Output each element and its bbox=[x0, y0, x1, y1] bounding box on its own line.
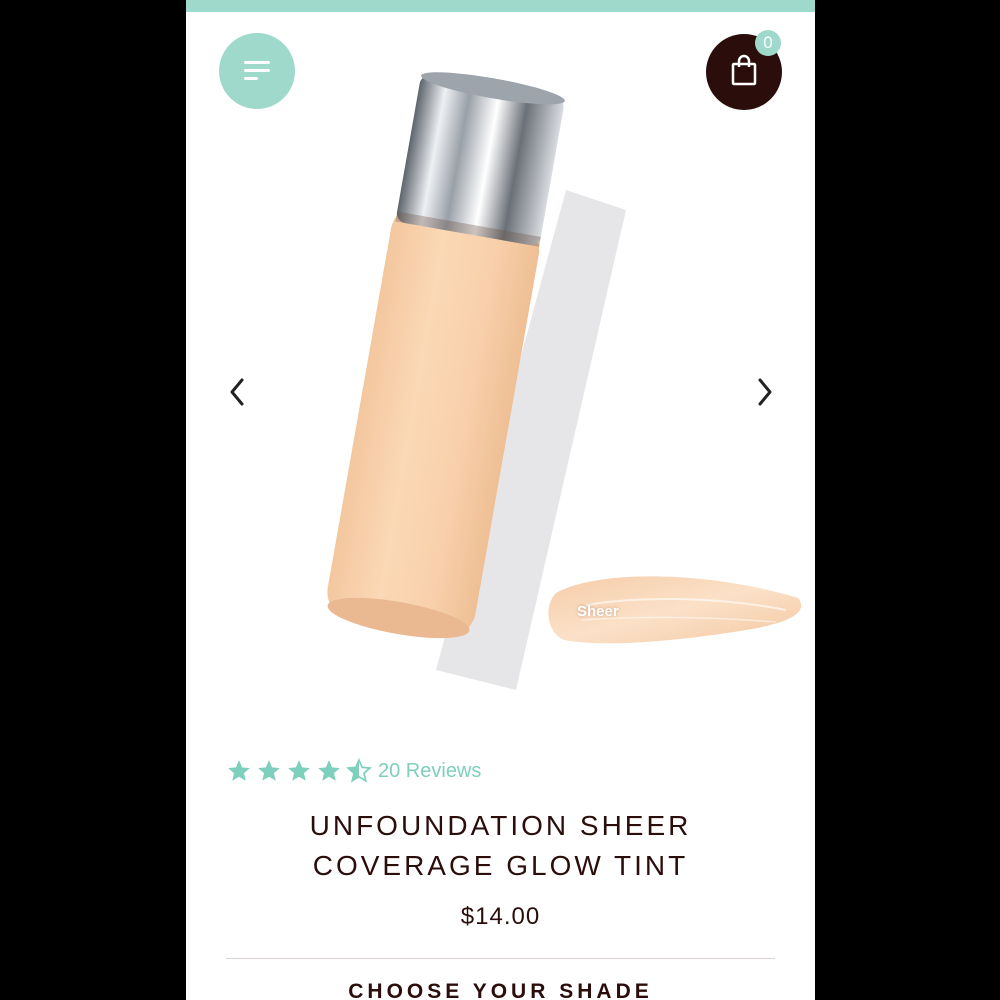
menu-lines-icon bbox=[244, 61, 270, 64]
next-image-button[interactable] bbox=[748, 372, 780, 412]
rating-summary[interactable]: 20 Reviews bbox=[226, 756, 481, 786]
product-image bbox=[186, 70, 815, 720]
choose-shade-heading[interactable]: CHOOSE YOUR SHADE bbox=[186, 980, 815, 1000]
top-accent-bar bbox=[186, 0, 815, 12]
cart-count-badge: 0 bbox=[755, 30, 781, 56]
swatch-label: Sheer bbox=[577, 603, 619, 620]
shopping-bag-icon bbox=[731, 54, 757, 86]
star-full-icon bbox=[318, 760, 340, 781]
divider bbox=[226, 958, 775, 959]
foundation-bottle-image bbox=[327, 72, 802, 690]
product-title-line1: UNFOUNDATION SHEER bbox=[309, 810, 692, 841]
product-page: Sheer 0 20 Reviews UNFOUNDATION SHEER CO… bbox=[186, 0, 815, 1000]
product-title: UNFOUNDATION SHEER COVERAGE GLOW TINT bbox=[186, 806, 815, 886]
star-half-icon bbox=[346, 758, 372, 783]
star-full-icon bbox=[258, 760, 280, 781]
chevron-right-icon bbox=[758, 378, 772, 406]
product-price: $14.00 bbox=[460, 903, 541, 930]
star-rating bbox=[226, 758, 376, 784]
star-full-icon bbox=[288, 760, 310, 781]
prev-image-button[interactable] bbox=[222, 372, 254, 412]
product-title-line2: COVERAGE GLOW TINT bbox=[312, 850, 689, 881]
reviews-link[interactable]: 20 Reviews bbox=[378, 760, 481, 783]
chevron-left-icon bbox=[230, 378, 244, 406]
star-full-icon bbox=[228, 760, 250, 781]
